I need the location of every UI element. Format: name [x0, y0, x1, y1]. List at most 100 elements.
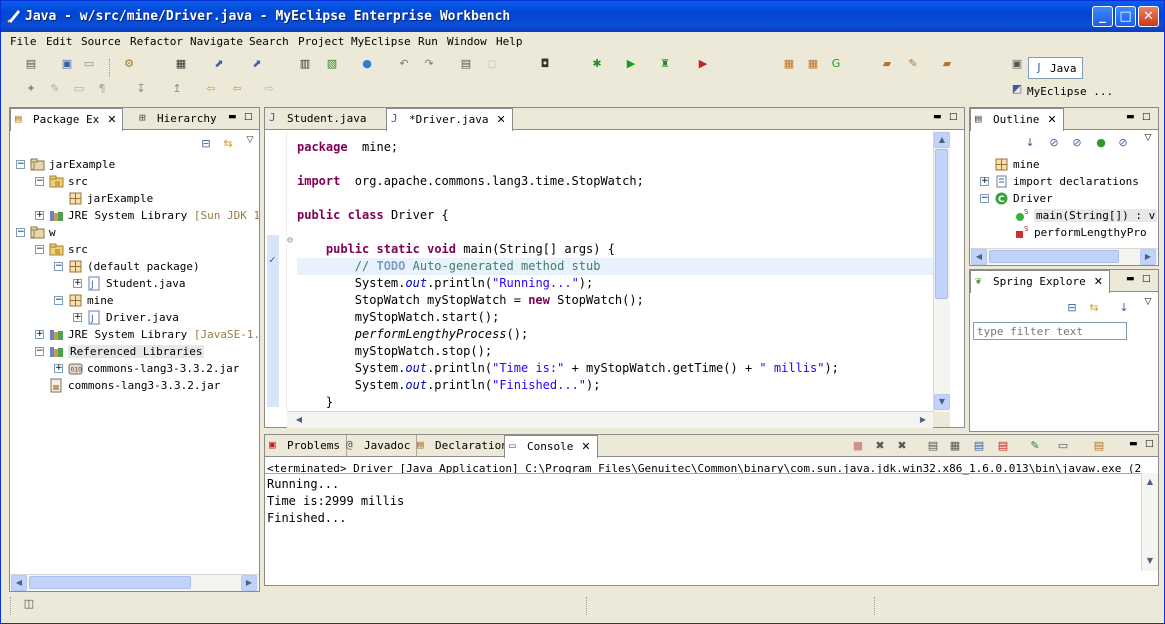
- menu-project[interactable]: Project: [298, 35, 344, 48]
- server-icon[interactable]: ⬈: [249, 56, 265, 72]
- maximize-view-icon[interactable]: □: [949, 112, 958, 122]
- lamp-icon[interactable]: ✦: [23, 81, 39, 97]
- hide-nonpublic-icon[interactable]: ●: [1093, 135, 1109, 151]
- menu-navigate[interactable]: Navigate: [190, 35, 243, 48]
- remove-launch-icon[interactable]: ✖: [872, 438, 888, 454]
- link-editor-icon[interactable]: ⇆: [1086, 300, 1102, 316]
- close-tab-icon[interactable]: ✕: [1047, 113, 1056, 126]
- print-icon[interactable]: ▭: [81, 56, 97, 72]
- minimize-view-icon[interactable]: ▬: [1129, 439, 1138, 449]
- tree-item[interactable]: jarExample: [10, 190, 259, 207]
- minimize-view-icon[interactable]: ▬: [933, 112, 942, 122]
- tree-item[interactable]: + JRE System Library [JavaSE-1.6]: [10, 326, 259, 343]
- expand-icon[interactable]: +: [54, 364, 63, 373]
- close-tab-icon[interactable]: ✕: [581, 440, 590, 453]
- deploy-icon[interactable]: ⬈: [211, 56, 227, 72]
- last-edit-icon[interactable]: ⇦: [203, 81, 219, 97]
- tab-driver-java[interactable]: J *Driver.java ✕: [386, 108, 513, 131]
- clear-console-icon[interactable]: ▤: [925, 438, 941, 454]
- minimize-view-icon[interactable]: ▬: [228, 112, 237, 122]
- code-line[interactable]: package mine;: [297, 139, 398, 156]
- tree-item[interactable]: + J Student.java: [10, 275, 259, 292]
- undo-icon[interactable]: ↶: [396, 56, 412, 72]
- link-editor-icon[interactable]: ⇆: [220, 136, 236, 152]
- tab-declaration[interactable]: ▤ Declaration: [413, 435, 515, 457]
- code-line[interactable]: myStopWatch.stop();: [297, 343, 492, 360]
- collapse-icon[interactable]: −: [35, 177, 44, 186]
- tree-item[interactable]: − Referenced Libraries: [10, 343, 259, 360]
- run-icon[interactable]: ▶: [623, 56, 639, 72]
- java-perspective-button[interactable]: J Java: [1028, 57, 1083, 79]
- minimize-button[interactable]: _: [1092, 6, 1113, 27]
- profile-icon[interactable]: ♜: [657, 56, 673, 72]
- tab-console[interactable]: ▭ Console ✕: [504, 435, 598, 458]
- tree-item[interactable]: commons-lang3-3.3.2.jar: [10, 377, 259, 394]
- tab-student-java[interactable]: J Student.java: [265, 108, 372, 130]
- tree-item[interactable]: − src: [10, 173, 259, 190]
- tree-item[interactable]: − Jw: [10, 224, 259, 241]
- scroll-thumb[interactable]: [935, 149, 948, 299]
- code-line[interactable]: StopWatch myStopWatch = new StopWatch();: [297, 292, 644, 309]
- tree-item[interactable]: − mine: [10, 292, 259, 309]
- sort-icon[interactable]: ↓: [1022, 135, 1038, 151]
- db-icon[interactable]: ▥: [297, 56, 313, 72]
- view-menu-icon[interactable]: ▽: [1140, 130, 1156, 146]
- expand-icon[interactable]: +: [73, 279, 82, 288]
- console-vertical-scrollbar[interactable]: ▲ ▼: [1141, 473, 1158, 571]
- code-line[interactable]: System.out.println("Finished...");: [297, 377, 601, 394]
- expand-icon[interactable]: +: [35, 211, 44, 220]
- open-perspective-icon[interactable]: ▣: [1009, 56, 1025, 72]
- tree-item[interactable]: + J Driver.java: [10, 309, 259, 326]
- tree-item[interactable]: SperformLengthyPro: [970, 224, 1158, 241]
- maximize-view-icon[interactable]: □: [1142, 112, 1151, 122]
- collapse-icon[interactable]: −: [16, 228, 25, 237]
- tree-item[interactable]: − src: [10, 241, 259, 258]
- tab-problems[interactable]: ▣ Problems: [265, 435, 347, 457]
- scroll-thumb[interactable]: [989, 250, 1119, 263]
- scroll-thumb[interactable]: [29, 576, 191, 589]
- tree-item[interactable]: + JRE System Library [Sun JDK 1.6: [10, 207, 259, 224]
- code-line[interactable]: // TODO Auto-generated method stub: [297, 258, 933, 275]
- save-icon[interactable]: ▣: [59, 56, 75, 72]
- next-annotation-icon[interactable]: ↧: [133, 81, 149, 97]
- code-line[interactable]: public static void main(String[] args) {: [297, 241, 615, 258]
- new-class-icon[interactable]: ▦: [805, 56, 821, 72]
- scroll-left-icon[interactable]: ◀: [971, 249, 987, 265]
- redo-icon[interactable]: ↷: [421, 56, 437, 72]
- scroll-right-icon[interactable]: ▶: [915, 412, 931, 428]
- menu-edit[interactable]: Edit: [46, 35, 73, 48]
- scroll-down-icon[interactable]: ▼: [934, 394, 950, 410]
- tree-item[interactable]: − C Driver: [970, 190, 1158, 207]
- code-line[interactable]: System.out.println("Running...");: [297, 275, 593, 292]
- menu-run[interactable]: Run: [418, 35, 438, 48]
- menu-window[interactable]: Window: [447, 35, 487, 48]
- new-package-icon[interactable]: ▦: [781, 56, 797, 72]
- show-stdout-icon[interactable]: ▤: [971, 438, 987, 454]
- display-console-icon[interactable]: ▭: [1055, 438, 1071, 454]
- editor-horizontal-scrollbar[interactable]: ◀ ▶: [287, 411, 933, 428]
- code-line[interactable]: myStopWatch.start();: [297, 309, 500, 326]
- tree-item[interactable]: − JjarExample: [10, 156, 259, 173]
- open-type-icon[interactable]: ▧: [324, 56, 340, 72]
- minimize-view-icon[interactable]: ▬: [1126, 112, 1135, 122]
- filter-input[interactable]: [973, 322, 1127, 340]
- title-bar[interactable]: Java - w/src/mine/Driver.java - MyEclips…: [1, 1, 1164, 32]
- open-folder-icon[interactable]: ▰: [879, 56, 895, 72]
- tree-item[interactable]: − (default package): [10, 258, 259, 275]
- code-line[interactable]: public class Driver {: [297, 207, 449, 224]
- code-line[interactable]: performLengthyProcess();: [297, 326, 528, 343]
- maximize-view-icon[interactable]: □: [1142, 274, 1151, 284]
- tab-outline[interactable]: ▤ Outline ✕: [970, 108, 1064, 131]
- collapse-icon[interactable]: −: [16, 160, 25, 169]
- close-button[interactable]: ✕: [1138, 6, 1159, 27]
- tree-item[interactable]: +010 commons-lang3-3.3.2.jar: [10, 360, 259, 377]
- outline-icon[interactable]: ▤: [458, 56, 474, 72]
- tab-package-explorer[interactable]: ▤ Package Ex ✕: [10, 108, 124, 131]
- collapse-icon[interactable]: −: [35, 347, 44, 356]
- menu-source[interactable]: Source: [81, 35, 121, 48]
- scroll-up-icon[interactable]: ▲: [934, 132, 950, 148]
- remove-all-icon[interactable]: ✖: [894, 438, 910, 454]
- back-icon[interactable]: ⇦: [229, 81, 245, 97]
- expand-icon[interactable]: +: [73, 313, 82, 322]
- myeclipse-perspective-icon[interactable]: ◩: [1009, 81, 1025, 97]
